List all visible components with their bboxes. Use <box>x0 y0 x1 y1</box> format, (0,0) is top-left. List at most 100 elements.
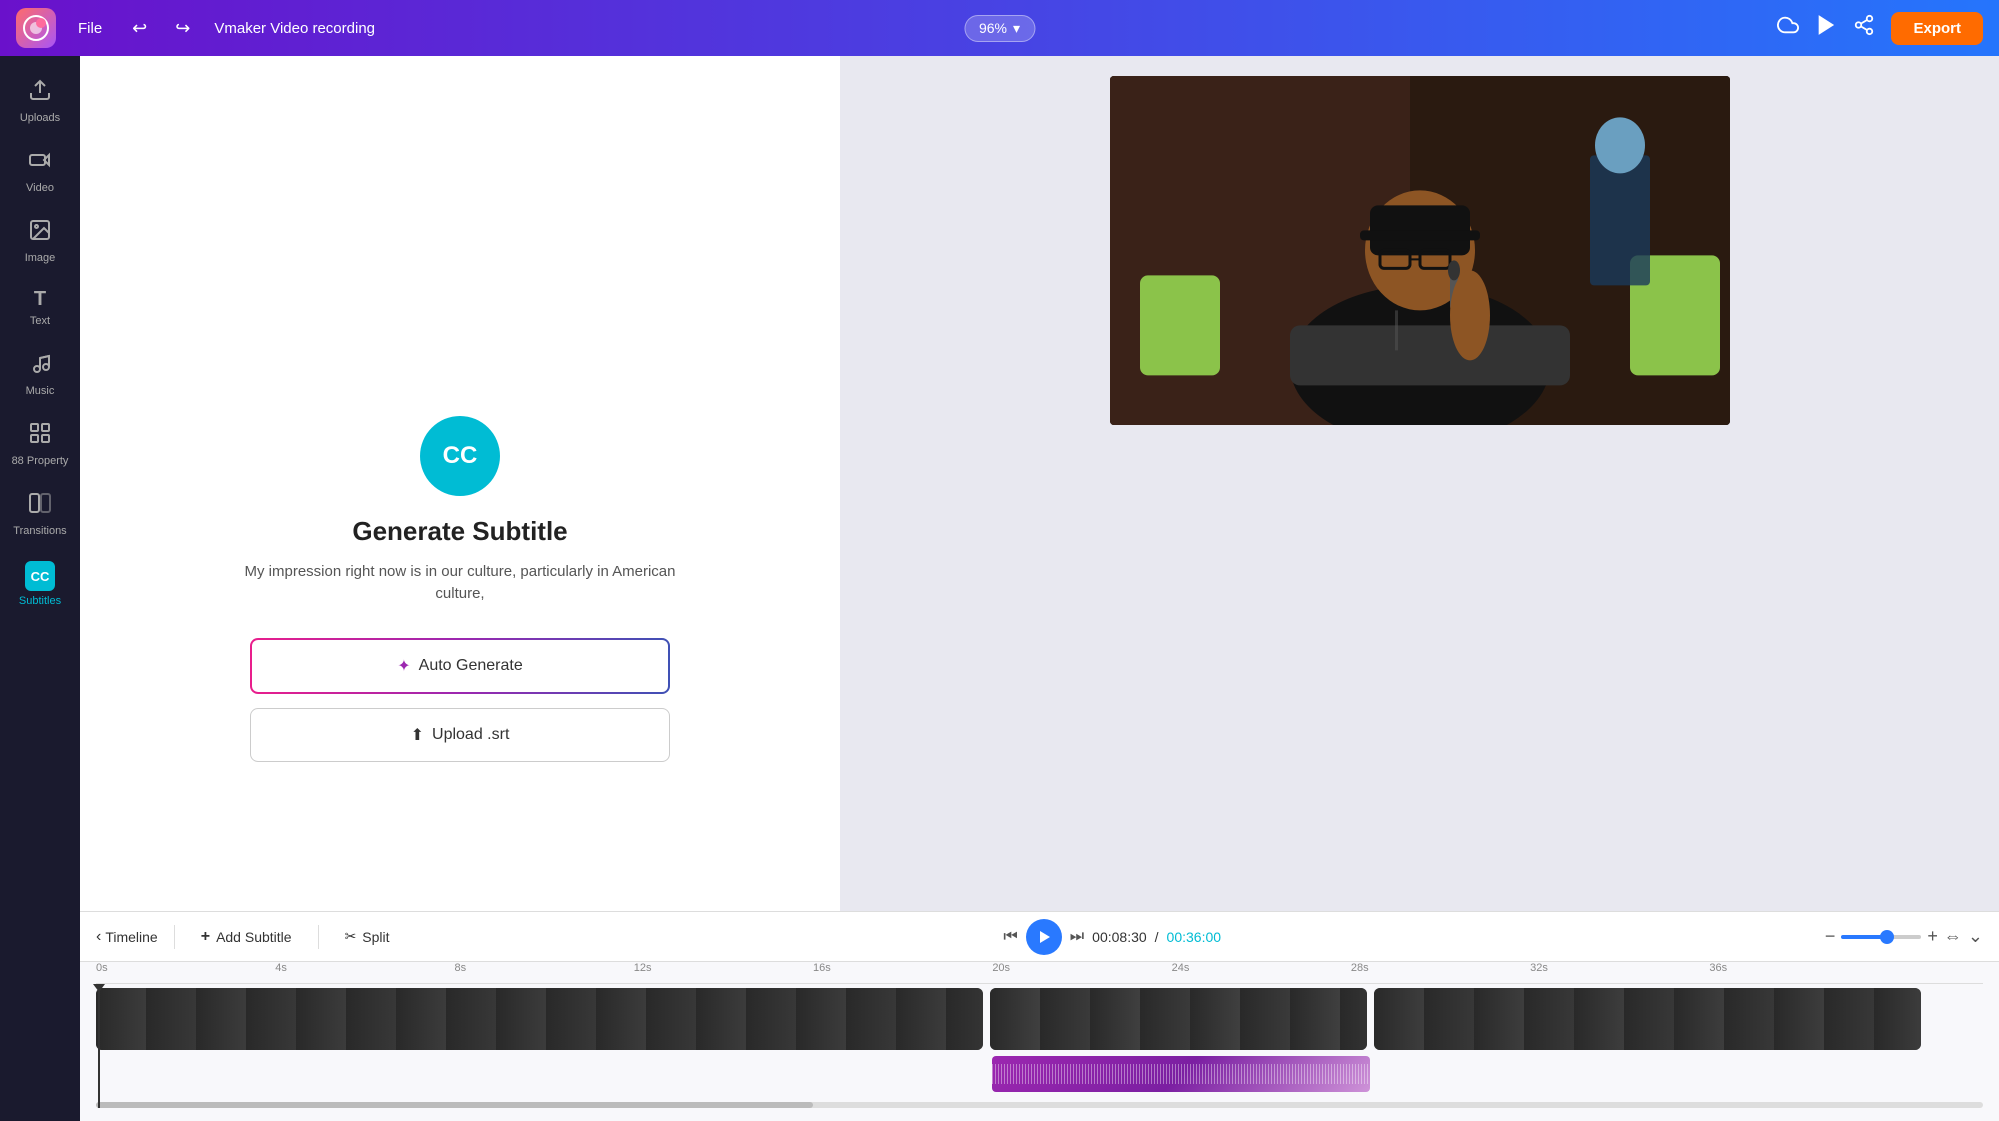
upload-icon: ⬆ <box>411 725 424 745</box>
play-button[interactable] <box>1026 919 1062 955</box>
subtitles-cc-icon: CC <box>25 561 55 591</box>
transitions-label: Transitions <box>13 525 66 537</box>
add-subtitle-button[interactable]: + Add Subtitle <box>191 922 302 952</box>
track-thumbnail-strip-2 <box>990 988 1367 1050</box>
sparkle-icon: ✦ <box>397 656 410 676</box>
ruler-mark-12s: 12s <box>634 962 652 974</box>
upload-srt-label: Upload .srt <box>432 726 509 744</box>
audio-track <box>96 1056 1983 1092</box>
expand-timeline-button[interactable]: ⇔ <box>1944 926 1962 947</box>
timeline-toolbar: ‹ Timeline + Add Subtitle ✂ Split ⏮ ⏭ 00… <box>80 912 1999 962</box>
waveform-display <box>992 1064 1369 1084</box>
share-button[interactable] <box>1853 14 1875 42</box>
video-icon <box>28 148 52 178</box>
skip-forward-button[interactable]: ⏭ <box>1070 928 1084 946</box>
upload-srt-button[interactable]: ⬆ Upload .srt <box>250 708 670 762</box>
timeline-body: 0s 4s 8s 12s 16s 20s 24s 28s 32s 36s <box>80 962 1999 1121</box>
app-logo <box>16 8 56 48</box>
sidebar-item-subtitles[interactable]: CC Subtitles <box>0 551 80 617</box>
topbar-right-actions: Export <box>1777 12 1983 45</box>
timeline-scrollbar-thumb[interactable] <box>96 1102 813 1108</box>
ruler-mark-8s: 8s <box>455 962 467 974</box>
video-frame <box>1110 76 1730 425</box>
split-label: Split <box>362 929 389 945</box>
split-button[interactable]: ✂ Split <box>335 922 400 951</box>
ruler-mark-24s: 24s <box>1172 962 1190 974</box>
text-label: Text <box>30 315 50 327</box>
plus-icon: + <box>201 928 210 946</box>
track-gap-2 <box>1369 988 1372 1050</box>
timeline-back-button[interactable]: ‹ Timeline <box>96 928 158 946</box>
back-chevron-icon: ‹ <box>96 928 101 946</box>
track-gap <box>985 988 988 1050</box>
collapse-timeline-button[interactable]: ⌄ <box>1968 926 1983 947</box>
auto-generate-label: Auto Generate <box>419 657 523 675</box>
project-title: Vmaker Video recording <box>214 20 375 37</box>
playhead <box>98 984 100 1108</box>
audio-waveform[interactable] <box>992 1056 1369 1092</box>
zoom-thumb <box>1880 930 1894 944</box>
track-segment-2[interactable] <box>990 988 1367 1050</box>
scissors-icon: ✂ <box>345 928 357 945</box>
zoom-slider[interactable] <box>1841 935 1921 939</box>
ruler-mark-32s: 32s <box>1530 962 1548 974</box>
cc-icon-text: CC <box>443 442 478 470</box>
playback-controls: ⏮ ⏭ 00:08:30 / 00:36:00 <box>1003 919 1221 955</box>
ruler-mark-4s: 4s <box>275 962 287 974</box>
track-thumbnail-strip-1 <box>96 988 983 1050</box>
ruler-mark-20s: 20s <box>992 962 1010 974</box>
redo-button[interactable]: ↪ <box>167 14 198 43</box>
track-segment-1[interactable] <box>96 988 983 1050</box>
generate-subtitle-desc: My impression right now is in our cultur… <box>220 561 700 606</box>
toolbar-divider-1 <box>174 925 175 949</box>
sidebar-item-transitions[interactable]: Transitions <box>0 481 80 547</box>
tracks-area <box>96 988 1983 1108</box>
ruler-mark-36s: 36s <box>1709 962 1727 974</box>
zoom-chevron-icon: ▾ <box>1013 20 1020 37</box>
zoom-control[interactable]: 96% ▾ <box>964 15 1035 42</box>
cc-icon-circle: CC <box>420 416 500 496</box>
image-label: Image <box>25 252 56 264</box>
text-icon: T <box>34 288 46 311</box>
file-menu[interactable]: File <box>68 14 112 43</box>
transitions-icon <box>28 491 52 521</box>
generate-subtitle-title: Generate Subtitle <box>352 516 567 547</box>
sidebar: Uploads Video Image T Text <box>0 56 80 1121</box>
video-track <box>96 988 1983 1050</box>
uploads-icon <box>28 78 52 108</box>
cloud-save-button[interactable] <box>1777 14 1799 42</box>
sidebar-item-uploads[interactable]: Uploads <box>0 68 80 134</box>
track-segment-3[interactable] <box>1374 988 1921 1050</box>
ruler-mark-16s: 16s <box>813 962 831 974</box>
image-icon <box>28 218 52 248</box>
zoom-in-button[interactable]: + <box>1927 926 1938 947</box>
property-icon <box>28 421 52 451</box>
video-label: Video <box>26 182 54 194</box>
timeline-panel: ‹ Timeline + Add Subtitle ✂ Split ⏮ ⏭ 00… <box>80 911 1999 1121</box>
topbar: File ↩ ↪ Vmaker Video recording 96% ▾ Ex… <box>0 0 1999 56</box>
zoom-level: 96% <box>979 20 1007 36</box>
track-thumbnail-strip-3 <box>1374 988 1921 1050</box>
timeline-ruler: 0s 4s 8s 12s 16s 20s 24s 28s 32s 36s <box>96 962 1983 984</box>
auto-generate-button[interactable]: ✦ Auto Generate <box>250 638 670 694</box>
sidebar-item-text[interactable]: T Text <box>0 278 80 337</box>
ruler-mark-28s: 28s <box>1351 962 1369 974</box>
sidebar-item-video[interactable]: Video <box>0 138 80 204</box>
sidebar-item-property[interactable]: 88 Property <box>0 411 80 477</box>
ruler-mark-0s: 0s <box>96 962 108 974</box>
toolbar-divider-2 <box>318 925 319 949</box>
preview-button[interactable] <box>1815 14 1837 42</box>
skip-back-button[interactable]: ⏮ <box>1003 928 1017 946</box>
timeline-tab-label: Timeline <box>105 929 157 945</box>
sidebar-item-music[interactable]: Music <box>0 341 80 407</box>
current-time: 00:08:30 <box>1092 929 1147 945</box>
sidebar-item-image[interactable]: Image <box>0 208 80 274</box>
music-icon <box>28 351 52 381</box>
timeline-scrollbar-track[interactable] <box>96 1102 1983 1108</box>
zoom-out-button[interactable]: − <box>1825 926 1836 947</box>
undo-button[interactable]: ↩ <box>124 14 155 43</box>
export-button[interactable]: Export <box>1891 12 1983 45</box>
playhead-triangle <box>93 984 105 992</box>
uploads-label: Uploads <box>20 112 60 124</box>
zoom-controls: − + ⇔ ⌄ <box>1825 926 1983 947</box>
